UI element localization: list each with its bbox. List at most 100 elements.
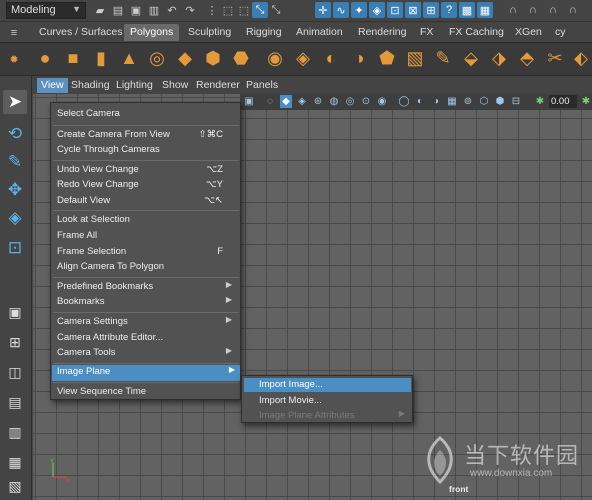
menu-shading[interactable]: Shading bbox=[67, 78, 114, 93]
multicut-icon[interactable]: ✂ bbox=[544, 47, 566, 69]
textures-icon[interactable]: ◈ bbox=[296, 95, 308, 108]
extrude-icon[interactable]: ⬙ bbox=[460, 47, 482, 69]
menu-item-import-image[interactable]: Import Image... bbox=[244, 378, 411, 392]
mirror-icon[interactable]: ▧ bbox=[404, 47, 426, 69]
extract-icon[interactable]: ◐ bbox=[320, 47, 342, 69]
scale-tool-icon[interactable]: ⊡ bbox=[3, 236, 27, 260]
layout-persp-icon[interactable]: ▤ bbox=[3, 390, 27, 414]
render-region-icon[interactable]: ▩ bbox=[459, 2, 475, 18]
tab-animation[interactable]: Animation bbox=[290, 24, 349, 41]
menu-item-frame-all[interactable]: Frame All bbox=[55, 229, 237, 244]
snap-live-icon[interactable]: ⊠ bbox=[405, 2, 421, 18]
undo-icon[interactable]: ↶ bbox=[164, 2, 180, 18]
poly-torus-icon[interactable]: ◎ bbox=[146, 47, 168, 69]
mode-selector[interactable]: Modeling ▼ bbox=[6, 2, 86, 19]
smooth-shade-icon[interactable]: ◆ bbox=[280, 95, 292, 108]
grid-icon[interactable]: ▦ bbox=[446, 95, 458, 108]
menu-renderer[interactable]: Renderer bbox=[192, 78, 244, 93]
tab-cy[interactable]: cy bbox=[549, 24, 572, 41]
menu-item-view-sequence-time[interactable]: View Sequence Time bbox=[55, 385, 237, 400]
boolean-icon[interactable]: ⬟ bbox=[376, 47, 398, 69]
snap-surface-icon[interactable]: ⊡ bbox=[387, 2, 403, 18]
move-tool-icon[interactable]: ✥ bbox=[3, 178, 27, 202]
ao-icon[interactable]: ◎ bbox=[344, 95, 356, 108]
snap-curve-icon[interactable]: ∿ bbox=[333, 2, 349, 18]
tab-sculpting[interactable]: Sculpting bbox=[182, 24, 237, 41]
open-scene-icon[interactable]: ▤ bbox=[110, 2, 126, 18]
motion-blur-icon[interactable]: ⊙ bbox=[360, 95, 372, 108]
shelf-menu-icon[interactable]: ✹ bbox=[6, 51, 22, 67]
lasso-icon[interactable]: ⤡ bbox=[268, 2, 284, 18]
menu-item-redo-view[interactable]: Redo View Change ⌥Y bbox=[55, 178, 237, 193]
separate-icon[interactable]: ◈ bbox=[292, 47, 314, 69]
magnet-sym-icon[interactable]: ∩ bbox=[545, 2, 561, 18]
rotate-tool-icon[interactable]: ◈ bbox=[3, 206, 27, 230]
append-icon[interactable]: ⬘ bbox=[516, 47, 538, 69]
menu-show[interactable]: Show bbox=[158, 78, 192, 93]
folder-icon[interactable]: ▰ bbox=[92, 2, 108, 18]
resolution-gate-icon[interactable]: ⊟ bbox=[510, 95, 522, 108]
exposure-icon[interactable]: ✱ bbox=[534, 95, 546, 108]
single-view-icon[interactable]: ▣ bbox=[3, 300, 27, 324]
menu-item-cycle-cameras[interactable]: Cycle Through Cameras bbox=[55, 143, 237, 158]
magnet-mirror-icon[interactable]: ∩ bbox=[565, 2, 581, 18]
target-weld-icon[interactable]: ⬖ bbox=[570, 47, 592, 69]
menu-item-import-movie[interactable]: Import Movie... bbox=[244, 394, 411, 408]
gamma-toggle-icon[interactable]: ✱ bbox=[580, 95, 592, 108]
poly-sphere-icon[interactable]: ● bbox=[34, 47, 56, 69]
menu-item-undo-view[interactable]: Undo View Change ⌥Z bbox=[55, 163, 237, 178]
layout-graph-icon[interactable]: ▦ bbox=[3, 450, 27, 474]
lasso-tool-icon[interactable]: ⟲ bbox=[3, 122, 27, 146]
bridge-icon[interactable]: ⬗ bbox=[488, 47, 510, 69]
menu-item-align-camera[interactable]: Align Camera To Polygon bbox=[55, 260, 237, 275]
magnet-alt-icon[interactable]: ∩ bbox=[525, 2, 541, 18]
select-object-icon[interactable]: ⬚ bbox=[236, 2, 252, 18]
select-hierarchy-icon[interactable]: ⬚ bbox=[220, 2, 236, 18]
poly-plane-icon[interactable]: ◆ bbox=[174, 47, 196, 69]
wireframe-icon[interactable]: ◌ bbox=[264, 95, 276, 108]
menu-panels[interactable]: Panels bbox=[242, 78, 282, 93]
select-component-icon[interactable]: ⤡ bbox=[252, 2, 268, 18]
layout-node-icon[interactable]: ▧ bbox=[3, 474, 27, 498]
two-view-icon[interactable]: ◫ bbox=[3, 360, 27, 384]
menu-item-camera-settings[interactable]: Camera Settings ▶ bbox=[55, 315, 237, 330]
menu-item-camera-tools[interactable]: Camera Tools ▶ bbox=[55, 346, 237, 361]
menu-item-predefined-bookmarks[interactable]: Predefined Bookmarks ▶ bbox=[55, 280, 237, 295]
tab-curves-surfaces[interactable]: Curves / Surfaces bbox=[33, 24, 128, 41]
poly-cone-icon[interactable]: ▲ bbox=[118, 47, 140, 69]
tab-fx-caching[interactable]: FX Caching bbox=[443, 24, 510, 41]
smooth-icon[interactable]: ◑ bbox=[348, 47, 370, 69]
poly-platonic-icon[interactable]: ⬣ bbox=[230, 47, 252, 69]
poly-disc-icon[interactable]: ⬢ bbox=[202, 47, 224, 69]
tab-rendering[interactable]: Rendering bbox=[352, 24, 412, 41]
menu-view[interactable]: View bbox=[37, 78, 68, 93]
lights-icon[interactable]: ⊛ bbox=[312, 95, 324, 108]
save-icon[interactable]: ▣ bbox=[128, 2, 144, 18]
save-as-icon[interactable]: ▥ bbox=[146, 2, 162, 18]
select-tool-icon[interactable]: ➤ bbox=[3, 90, 27, 114]
menu-item-bookmarks[interactable]: Bookmarks ▶ bbox=[55, 295, 237, 310]
xray-joints-icon[interactable]: ◑ bbox=[430, 95, 442, 108]
four-view-icon[interactable]: ⊞ bbox=[3, 330, 27, 354]
help-icon[interactable]: ? bbox=[441, 2, 457, 18]
snap-grid-icon[interactable]: ✛ bbox=[315, 2, 331, 18]
menu-lighting[interactable]: Lighting bbox=[112, 78, 157, 93]
menu-item-frame-selection[interactable]: Frame Selection F bbox=[55, 245, 237, 260]
combine-icon[interactable]: ◉ bbox=[264, 47, 286, 69]
film-gate-icon[interactable]: ⬢ bbox=[494, 95, 506, 108]
menu-item-image-plane[interactable]: Image Plane ▶ bbox=[52, 365, 240, 381]
shelf-settings-icon[interactable]: ≡ bbox=[6, 25, 22, 41]
tab-rigging[interactable]: Rigging bbox=[240, 24, 288, 41]
gamma-icon[interactable]: ⊚ bbox=[462, 95, 474, 108]
menu-item-default-view[interactable]: Default View ⌥↖ bbox=[55, 194, 237, 209]
magnet-icon[interactable]: ∩ bbox=[505, 2, 521, 18]
camera-icon[interactable]: ▣ bbox=[243, 95, 255, 108]
menu-item-create-camera[interactable]: Create Camera From View ⇧⌘C bbox=[55, 128, 237, 143]
redo-icon[interactable]: ↷ bbox=[182, 2, 198, 18]
poly-cube-icon[interactable]: ■ bbox=[62, 47, 84, 69]
poly-cylinder-icon[interactable]: ▮ bbox=[90, 47, 112, 69]
bevel-icon[interactable]: ✎ bbox=[432, 47, 454, 69]
tab-fx[interactable]: FX bbox=[414, 24, 439, 41]
snap-view-icon[interactable]: ◈ bbox=[369, 2, 385, 18]
tab-polygons[interactable]: Polygons bbox=[124, 24, 180, 41]
